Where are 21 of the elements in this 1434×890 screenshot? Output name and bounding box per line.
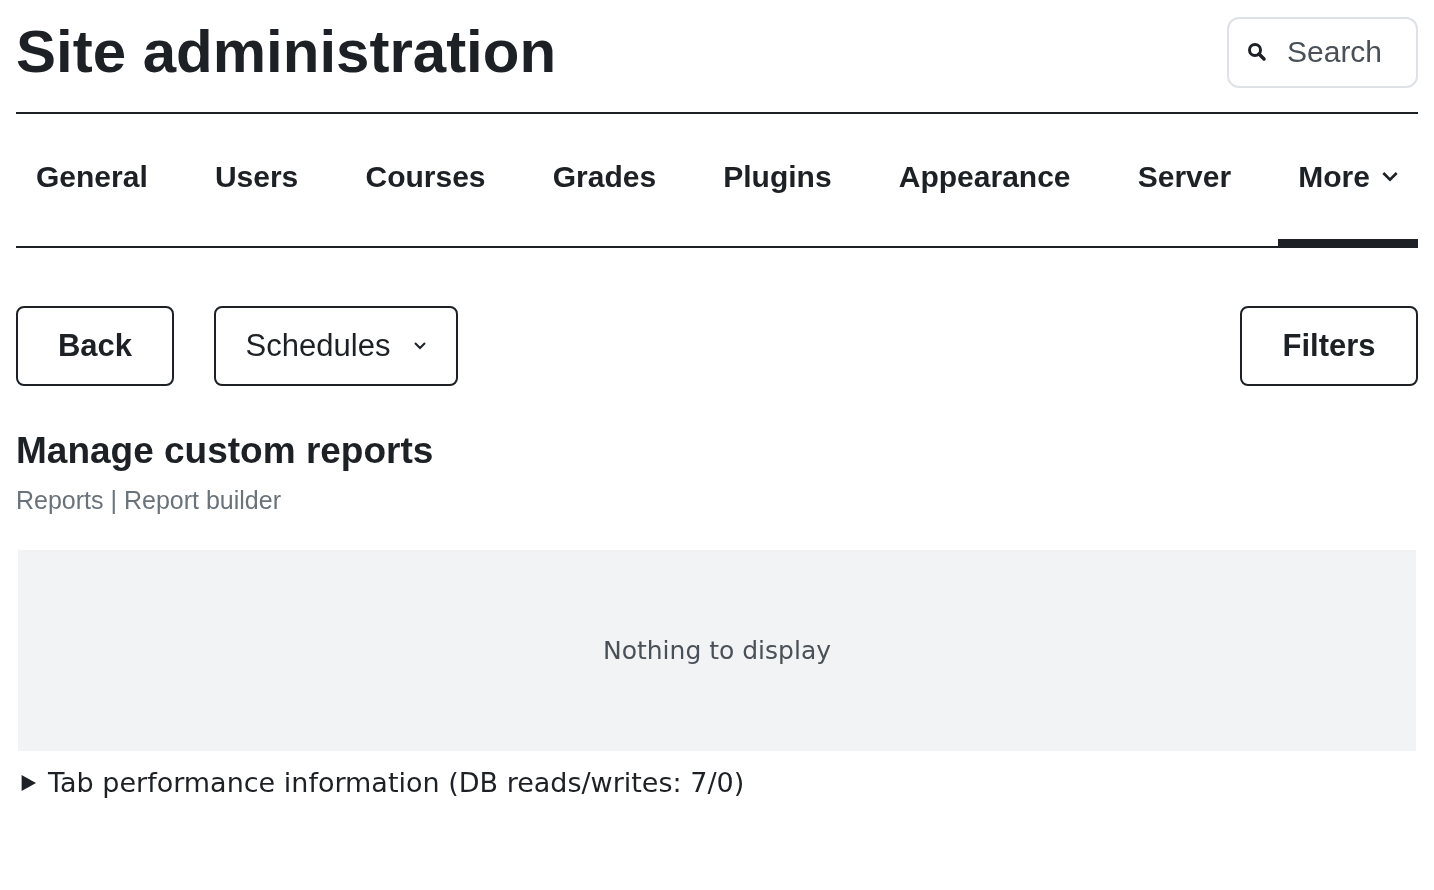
page-title: Site administration xyxy=(16,22,557,82)
nav-tab[interactable]: Plugins xyxy=(703,114,852,246)
nav-tab[interactable]: Courses xyxy=(345,114,506,246)
filters-button[interactable]: Filters xyxy=(1240,306,1418,386)
section-title: Manage custom reports xyxy=(16,429,435,473)
back-button[interactable]: Back xyxy=(16,306,174,386)
schedules-dropdown[interactable]: Schedules xyxy=(214,306,458,386)
nav-tab[interactable]: Users xyxy=(194,114,319,246)
nav-tab[interactable]: General xyxy=(16,114,168,246)
breadcrumb: Reports | Report builder xyxy=(16,485,282,517)
nav-tab[interactable]: Grades xyxy=(532,114,677,246)
nav-tab[interactable]: Server xyxy=(1117,114,1252,246)
search-icon xyxy=(1247,41,1267,62)
triangle-icon xyxy=(20,775,36,791)
performance-toggle[interactable]: Tab performance information (DB reads/writes: 7/0) xyxy=(20,762,745,804)
chevron-down-icon xyxy=(1382,170,1398,183)
nav-tab[interactable]: More xyxy=(1278,114,1418,246)
chevron-down-icon xyxy=(414,342,427,350)
empty-message: Nothing to display xyxy=(602,634,832,667)
search-field[interactable]: Search xyxy=(1227,16,1418,88)
nav-tab[interactable]: Appearance xyxy=(878,114,1091,246)
